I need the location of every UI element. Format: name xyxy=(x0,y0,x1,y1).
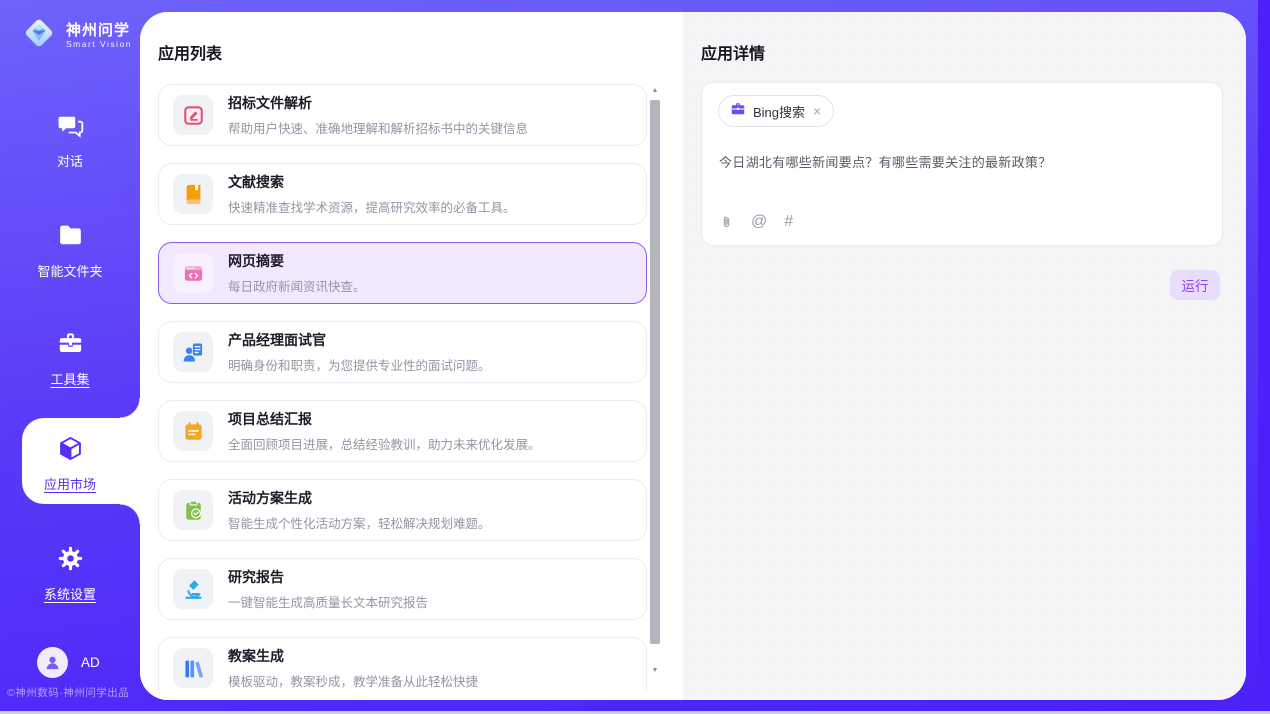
edit-document-icon xyxy=(173,95,213,135)
app-card-description: 智能生成个性化活动方案，轻松解决规划难题。 xyxy=(228,513,491,532)
book-icon xyxy=(173,174,213,214)
app-list-title: 应用列表 xyxy=(158,40,222,64)
app-list-panel: 应用列表 招标文件解析帮助用户快速、准确地理解和解析招标书中的关键信息文献搜索快… xyxy=(140,12,683,700)
sidebar-item-app-market[interactable]: 应用市场 xyxy=(0,435,140,493)
gear-icon xyxy=(57,545,84,577)
folder-icon xyxy=(57,222,84,254)
app-card[interactable]: 网页摘要每日政府新闻资讯快查。 xyxy=(158,242,647,304)
main-content: 应用列表 招标文件解析帮助用户快速、准确地理解和解析招标书中的关键信息文献搜索快… xyxy=(140,12,1246,700)
clipboard-check-icon xyxy=(173,490,213,530)
active-nav-bubble-notch xyxy=(120,504,140,524)
app-card-title: 文献搜索 xyxy=(228,172,516,192)
app-list-scrollbar[interactable]: ▲ ▼ xyxy=(649,84,661,676)
app-card[interactable]: 招标文件解析帮助用户快速、准确地理解和解析招标书中的关键信息 xyxy=(158,84,647,146)
books-icon xyxy=(173,648,213,688)
brand-logo: 神州问学 Smart Vision xyxy=(20,14,132,57)
app-card[interactable]: 活动方案生成智能生成个性化活动方案，轻松解决规划难题。 xyxy=(158,479,647,541)
app-window: 神州问学 Smart Vision 对话 智能文件夹 工具集 应用市场 系统设置 xyxy=(0,0,1270,714)
run-button[interactable]: 运行 xyxy=(1170,270,1220,300)
app-card-description: 明确身份和职责，为您提供专业性的面试问题。 xyxy=(228,355,491,374)
briefcase-icon xyxy=(730,101,746,122)
app-card-title: 产品经理面试官 xyxy=(228,330,491,350)
composer-toolbar: @ # xyxy=(719,213,793,230)
microscope-icon xyxy=(173,569,213,609)
app-card-description: 一键智能生成高质量长文本研究报告 xyxy=(228,592,428,611)
scroll-up-icon[interactable]: ▲ xyxy=(649,84,661,96)
brand-name: 神州问学 xyxy=(66,22,132,39)
toolbox-icon xyxy=(57,330,84,362)
app-card-description: 全面回顾项目进展，总结经验教训，助力未来优化发展。 xyxy=(228,434,541,453)
tool-chip-label: Bing搜索 xyxy=(753,102,805,121)
user-account[interactable]: AD xyxy=(37,647,100,678)
sidebar-item-settings[interactable]: 系统设置 xyxy=(0,545,140,603)
tool-chip-bing-search[interactable]: Bing搜索 × xyxy=(718,95,834,127)
app-detail-panel: 应用详情 Bing搜索 × 今日湖北有哪些新闻要点？有哪些需要关注的最新政策？ … xyxy=(683,12,1246,700)
app-card-title: 招标文件解析 xyxy=(228,93,528,113)
app-card[interactable]: 教案生成模板驱动，教案秒成，教学准备从此轻松快捷 xyxy=(158,637,647,690)
prompt-card: Bing搜索 × 今日湖北有哪些新闻要点？有哪些需要关注的最新政策？ @ # xyxy=(701,82,1223,246)
window-right-edge xyxy=(1258,0,1270,711)
browser-code-icon xyxy=(173,253,213,293)
sidebar-item-label: 对话 xyxy=(57,151,83,170)
diamond-logo-icon xyxy=(20,14,58,57)
app-card-description: 快速精准查找学术资源，提高研究效率的必备工具。 xyxy=(228,197,516,216)
app-card[interactable]: 产品经理面试官明确身份和职责，为您提供专业性的面试问题。 xyxy=(158,321,647,383)
user-avatar-icon xyxy=(37,647,68,678)
cube-icon xyxy=(57,435,84,467)
scroll-down-icon[interactable]: ▼ xyxy=(649,664,661,676)
interviewer-icon xyxy=(173,332,213,372)
brand-subtitle: Smart Vision xyxy=(66,39,132,49)
app-card-title: 教案生成 xyxy=(228,646,478,666)
copyright-text: ©神州数码·神州问学出品 xyxy=(7,685,129,700)
app-card-description: 每日政府新闻资讯快查。 xyxy=(228,276,366,295)
app-card-title: 项目总结汇报 xyxy=(228,409,541,429)
app-card-description: 帮助用户快速、准确地理解和解析招标书中的关键信息 xyxy=(228,118,528,137)
sidebar-item-chat[interactable]: 对话 xyxy=(0,112,140,170)
close-icon[interactable]: × xyxy=(812,104,822,118)
at-icon[interactable]: @ xyxy=(751,214,767,230)
chat-icon xyxy=(57,112,84,144)
scrollbar-thumb[interactable] xyxy=(650,100,660,644)
app-card-title: 活动方案生成 xyxy=(228,488,491,508)
sidebar-item-smart-folder[interactable]: 智能文件夹 xyxy=(0,222,140,280)
calendar-note-icon xyxy=(173,411,213,451)
app-card[interactable]: 文献搜索快速精准查找学术资源，提高研究效率的必备工具。 xyxy=(158,163,647,225)
app-list: 招标文件解析帮助用户快速、准确地理解和解析招标书中的关键信息文献搜索快速精准查找… xyxy=(158,84,647,690)
app-card-description: 模板驱动，教案秒成，教学准备从此轻松快捷 xyxy=(228,671,478,690)
app-card-title: 网页摘要 xyxy=(228,251,366,271)
user-name: AD xyxy=(81,655,100,670)
hash-icon[interactable]: # xyxy=(784,214,793,230)
sidebar-item-label: 应用市场 xyxy=(44,474,96,493)
paperclip-icon[interactable] xyxy=(719,213,734,230)
query-input[interactable]: 今日湖北有哪些新闻要点？有哪些需要关注的最新政策？ xyxy=(719,152,1206,171)
active-nav-bubble-notch xyxy=(120,398,140,418)
app-detail-title: 应用详情 xyxy=(701,40,765,64)
app-card-title: 研究报告 xyxy=(228,567,428,587)
sidebar-item-label: 智能文件夹 xyxy=(37,261,102,280)
sidebar-item-label: 工具集 xyxy=(50,369,89,388)
app-card[interactable]: 研究报告一键智能生成高质量长文本研究报告 xyxy=(158,558,647,620)
sidebar: 神州问学 Smart Vision 对话 智能文件夹 工具集 应用市场 系统设置 xyxy=(0,0,140,711)
sidebar-item-toolset[interactable]: 工具集 xyxy=(0,330,140,388)
app-card[interactable]: 项目总结汇报全面回顾项目进展，总结经验教训，助力未来优化发展。 xyxy=(158,400,647,462)
sidebar-item-label: 系统设置 xyxy=(44,584,96,603)
